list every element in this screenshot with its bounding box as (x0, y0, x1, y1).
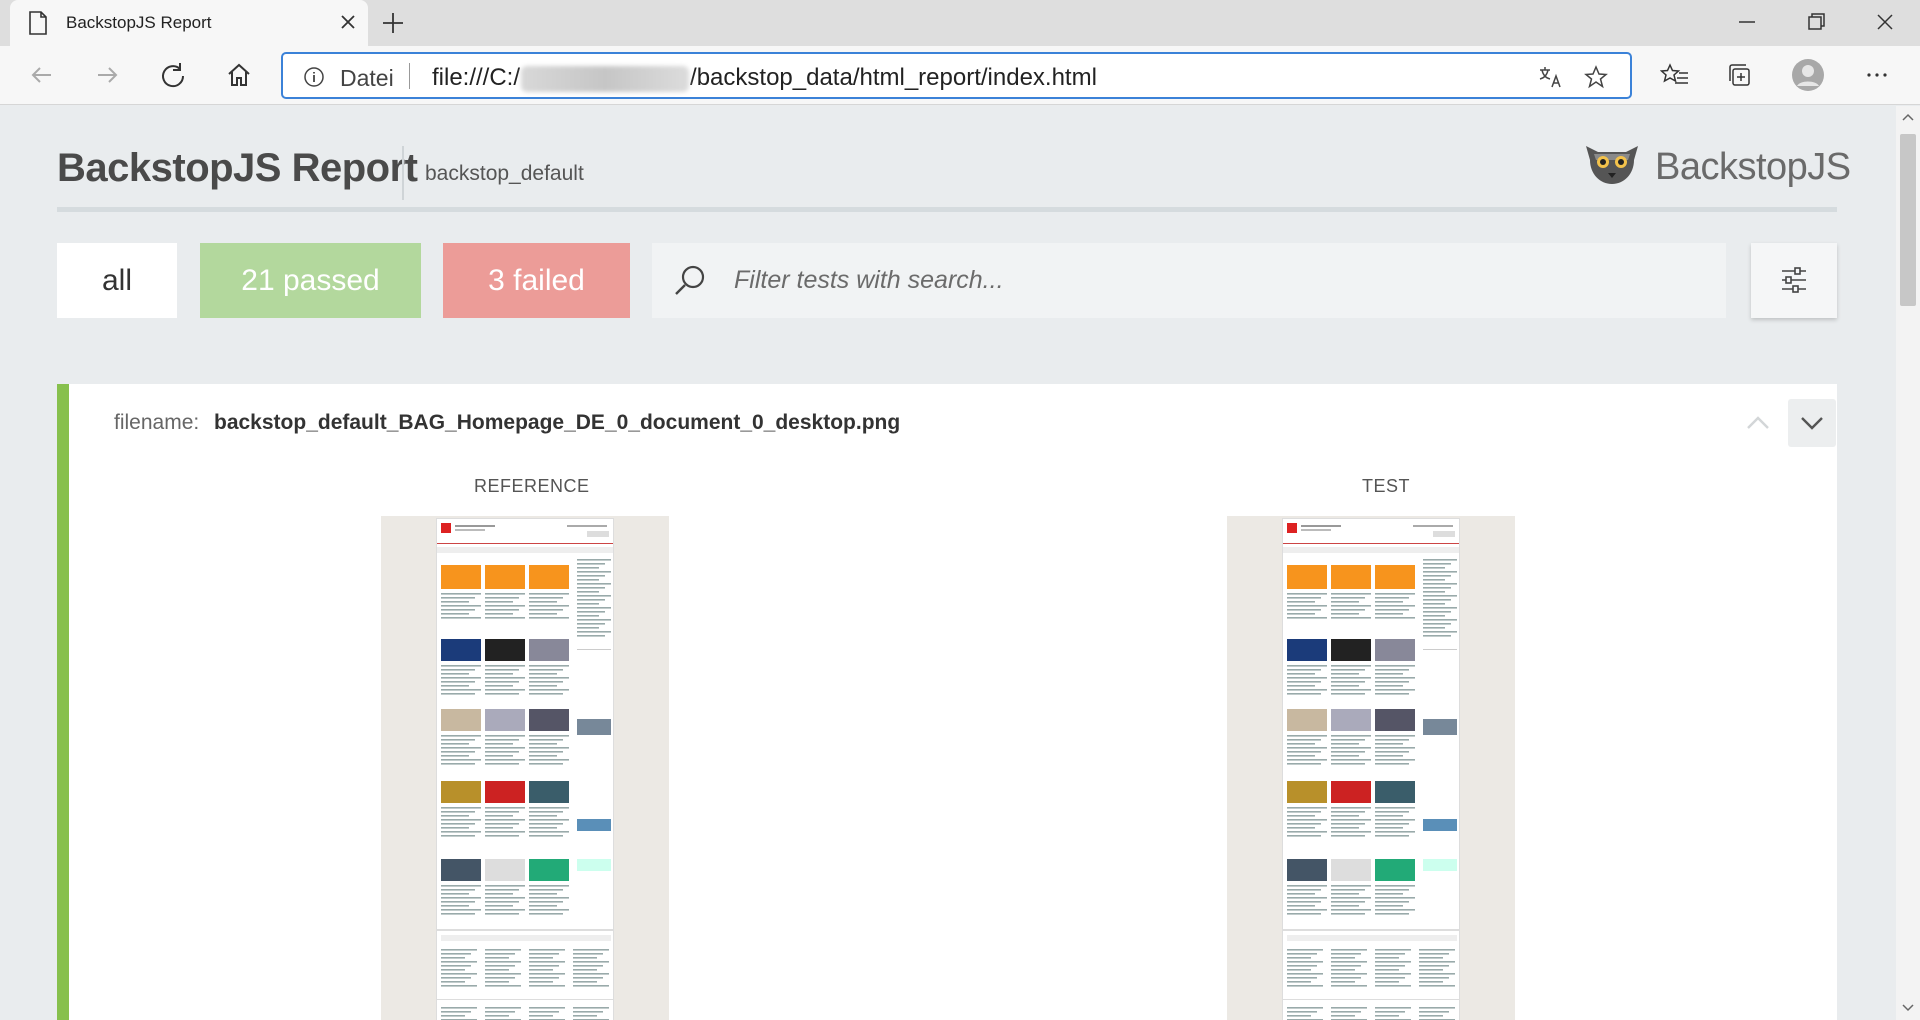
report-header: BackstopJS Report backstop_default Backs… (57, 106, 1851, 212)
reference-label: REFERENCE (474, 476, 590, 496)
tab-title: BackstopJS Report (66, 13, 212, 32)
more-options-icon[interactable] (1862, 60, 1892, 90)
address-url[interactable]: file:///C:/ /backstop_data/html_report/in… (432, 64, 1097, 92)
reference-image[interactable] (381, 516, 669, 1020)
filename-label: filename: (114, 411, 200, 434)
tab-strip: BackstopJS Report (0, 0, 1920, 46)
info-icon[interactable] (303, 66, 325, 88)
filter-bar: all 21 passed 3 failed (57, 243, 1837, 318)
url-end: /backstop_data/html_report/index.html (690, 64, 1097, 91)
config-name: backstop_default (425, 162, 584, 185)
homepage-thumbnail (437, 519, 613, 1020)
close-tab-icon[interactable] (337, 11, 359, 33)
search-box (652, 243, 1726, 318)
favorites-list-icon[interactable] (1660, 60, 1690, 90)
home-icon[interactable] (224, 60, 254, 90)
report-title: BackstopJS Report (57, 146, 418, 190)
address-bar[interactable]: Datei file:///C:/ /backstop_data/html_rep… (281, 52, 1632, 99)
redacted-path (521, 65, 690, 92)
filename-value: backstop_default_BAG_Homepage_DE_0_docum… (214, 411, 901, 434)
test-image[interactable] (1227, 516, 1515, 1020)
url-start: file:///C:/ (432, 64, 521, 91)
filter-all-button[interactable]: all (57, 243, 177, 318)
header-divider (402, 146, 404, 200)
settings-button[interactable] (1751, 243, 1837, 318)
forward-icon[interactable] (92, 60, 122, 90)
document-icon (29, 11, 47, 35)
minimize-icon[interactable] (1733, 10, 1761, 34)
scroll-up-icon[interactable] (1901, 111, 1915, 123)
new-tab-icon[interactable] (380, 10, 406, 36)
back-icon[interactable] (27, 60, 57, 90)
logo-text: BackstopJS (1655, 146, 1851, 188)
browser-tab[interactable]: BackstopJS Report (10, 0, 368, 46)
reference-screenshot (436, 518, 614, 1020)
report-page: BackstopJS Report backstop_default Backs… (0, 106, 1896, 1020)
search-icon (675, 265, 705, 295)
scroll-down-icon[interactable] (1901, 1002, 1915, 1014)
homepage-thumbnail (1283, 519, 1459, 1020)
chevron-down-icon[interactable] (1788, 399, 1836, 447)
collections-icon[interactable] (1725, 60, 1755, 90)
test-screenshot (1282, 518, 1460, 1020)
address-separator (409, 63, 410, 89)
search-input[interactable] (734, 259, 1694, 301)
restore-icon[interactable] (1802, 10, 1830, 34)
filter-failed-button[interactable]: 3 failed (443, 243, 630, 318)
sliders-icon (1782, 267, 1806, 293)
translate-icon[interactable] (1537, 64, 1563, 90)
filter-passed-button[interactable]: 21 passed (200, 243, 421, 318)
scrollbar-thumb[interactable] (1900, 134, 1916, 306)
test-label: TEST (1362, 476, 1411, 496)
close-window-icon[interactable] (1871, 10, 1899, 34)
lemur-logo-icon (1586, 146, 1638, 184)
address-scheme-label: Datei (340, 65, 394, 91)
refresh-icon[interactable] (158, 60, 188, 90)
page-scrollbar[interactable] (1896, 106, 1920, 1020)
test-result-card: filename: backstop_default_BAG_Homepage_… (57, 384, 1837, 1020)
browser-toolbar: Datei file:///C:/ /backstop_data/html_rep… (0, 46, 1920, 105)
chevron-up-icon[interactable] (1734, 399, 1782, 447)
favorite-star-icon[interactable] (1583, 64, 1609, 90)
profile-avatar-icon[interactable] (1791, 58, 1825, 92)
